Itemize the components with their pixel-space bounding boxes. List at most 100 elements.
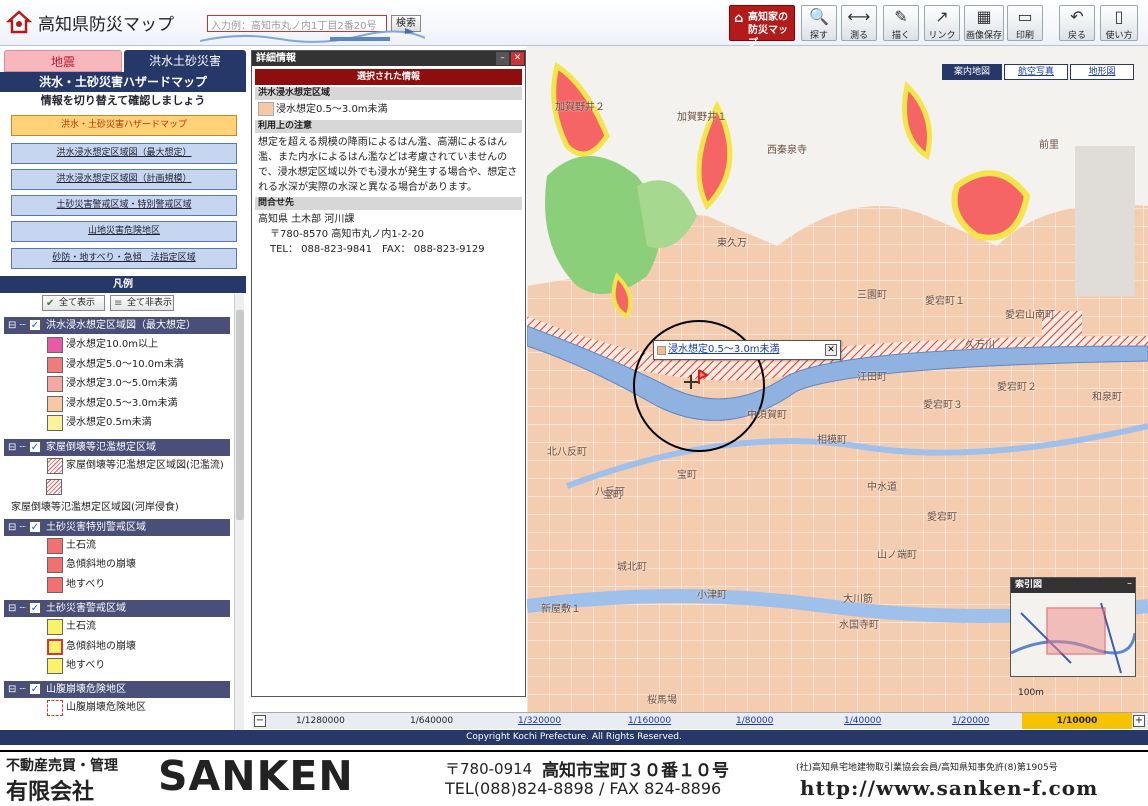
- scale-option[interactable]: 1/40000: [844, 714, 881, 728]
- area-value-text: 浸水想定0.5～3.0m未満: [276, 104, 388, 115]
- legend-label: 地すべり: [66, 579, 106, 590]
- tab-flood[interactable]: 洪水土砂災害: [124, 50, 246, 72]
- legend-group-special-landslide[interactable]: ⊟ ┈ ✓ 土砂災害特別警戒区域: [4, 519, 230, 536]
- banner-line2: 有限会社: [6, 780, 95, 805]
- link-tool-button[interactable]: ↗ リンク: [924, 5, 960, 41]
- map-place-label: 江田町: [857, 372, 887, 383]
- help-button[interactable]: ▯ 使い方: [1100, 5, 1138, 41]
- legend-group-landslide[interactable]: ⊟ ┈ ✓ 土砂災害警戒区域: [4, 600, 230, 617]
- map-place-label: 山ノ端町: [877, 550, 917, 561]
- scale-option[interactable]: 1/1280000: [296, 714, 345, 728]
- overview-map[interactable]: 索引図 –: [1010, 577, 1137, 677]
- legend-group-mountain[interactable]: ⊟ ┈ ✓ 山腹崩壊危険地区: [4, 681, 230, 698]
- home-disaster-map-button[interactable]: ⌂ 高知家の 防災マップ: [729, 5, 795, 49]
- legend-item: 土石流: [46, 537, 96, 555]
- scale-option[interactable]: 1/20000: [952, 714, 989, 728]
- minimize-icon[interactable]: –: [496, 52, 509, 65]
- back-button[interactable]: ↶ 戻る: [1059, 5, 1095, 41]
- map-place-label: 城北町: [617, 562, 647, 573]
- contact-line: 高知県 土木部 河川課: [258, 214, 355, 225]
- menu-flood-plan[interactable]: 洪水浸水想定区域図（計画規模）: [11, 169, 237, 190]
- banner-url[interactable]: http://www.sanken-f.com: [800, 776, 1098, 800]
- map-place-label: 中水道: [867, 482, 897, 493]
- menu-landslide-zone[interactable]: 土砂災害警戒区域・特別警戒区域: [11, 195, 237, 216]
- tool-label: 探す: [809, 31, 828, 41]
- scale-option-current[interactable]: 1/10000: [1022, 713, 1132, 729]
- save-image-button[interactable]: ▦ 画像保存: [964, 5, 1004, 41]
- legend-item: 急傾斜地の崩壊: [46, 638, 136, 656]
- swatch-icon: [47, 415, 63, 431]
- tree-toggle-icon: ⊟ ┈: [8, 684, 26, 695]
- legend-item: [46, 476, 62, 495]
- zoom-in-icon[interactable]: +: [1133, 715, 1145, 727]
- tool-label: 印刷: [1015, 31, 1034, 41]
- tab-guide-map[interactable]: 案内地図: [942, 64, 1002, 80]
- map-place-label: 新屋敷１: [541, 604, 581, 615]
- tree-toggle-icon: ⊟ ┈: [8, 522, 26, 533]
- legend-label: 急傾斜地の崩壊: [66, 641, 136, 652]
- scale-option[interactable]: 1/640000: [410, 714, 453, 728]
- tool-label: 測る: [849, 31, 868, 41]
- measure-tool-button[interactable]: ⟷ 測る: [841, 5, 877, 41]
- checkbox-icon[interactable]: ✓: [29, 319, 41, 331]
- menu-mountain-hazard[interactable]: 山地災害危険地区: [11, 221, 237, 242]
- tab-earthquake[interactable]: 地震: [4, 50, 122, 72]
- hide-all-button[interactable]: ≡ 全て非表示: [110, 295, 174, 311]
- hatch-swatch-icon: [46, 479, 62, 495]
- minimize-icon[interactable]: –: [1127, 578, 1132, 589]
- menu-hazard-map[interactable]: 洪水・土砂災害ハザードマップ: [11, 115, 237, 136]
- print-button[interactable]: ▭ 印刷: [1007, 5, 1043, 41]
- app-logo[interactable]: 高知県防災マップ: [6, 9, 174, 35]
- area-header: 洪水浸水想定区域: [255, 87, 522, 100]
- app-header: 高知県防災マップ 入力例：高知市丸ノ内1丁目2番20号 検索 ⌂ 高知家の 防災…: [0, 0, 1148, 49]
- magnifier-icon: 🔍: [809, 7, 829, 26]
- zoom-out-icon[interactable]: −: [254, 715, 266, 727]
- legend-label: 地すべり: [66, 660, 106, 671]
- swatch-icon: [47, 538, 63, 554]
- legend-scrollbar[interactable]: [234, 294, 244, 730]
- tab-aerial-photo[interactable]: 航空写真: [1004, 64, 1068, 80]
- ruler-icon: ⟷: [847, 7, 871, 26]
- contact-line: 〒780-8570 高知市丸ノ内1-2-20: [270, 229, 424, 240]
- scale-option[interactable]: 1/160000: [628, 714, 671, 728]
- scale-option[interactable]: 1/80000: [736, 714, 773, 728]
- panel-heading: 洪水・土砂災害ハザードマップ: [0, 72, 246, 92]
- legend-group-flood-max[interactable]: ⊟ ┈ ✓ 洪水浸水想定区域図（最大想定）: [4, 317, 230, 334]
- note-text: 想定を超える規模の降雨によるはん濫、高潮によるはん濫、また内水によるはん濫などは…: [258, 137, 518, 193]
- swatch-icon: [47, 396, 63, 412]
- show-all-button[interactable]: ✔ 全て表示: [42, 295, 105, 311]
- tool-label: 描く: [891, 31, 910, 41]
- tab-terrain-map[interactable]: 地形図: [1070, 64, 1134, 80]
- menu-flood-max[interactable]: 洪水浸水想定区域図（最大想定）: [11, 143, 237, 164]
- close-icon[interactable]: ✕: [825, 344, 837, 356]
- checkbox-icon[interactable]: ✓: [29, 602, 41, 614]
- menu-erosion-law[interactable]: 砂防・地すべり・急傾 法指定区域: [11, 248, 237, 269]
- scale-option[interactable]: 1/320000: [518, 714, 561, 728]
- legend-item: 急傾斜地の崩壊: [46, 556, 136, 574]
- tool-label: リンク: [928, 31, 956, 41]
- checkbox-icon[interactable]: ✓: [29, 441, 41, 453]
- detail-panel: 詳細情報 – ✕ 選択された情報 洪水浸水想定区域 浸水想定0.5～3.0m未満…: [251, 50, 526, 697]
- legend-group-house-collapse[interactable]: ⊟ ┈ ✓ 家屋倒壊等氾濫想定区域: [4, 439, 230, 456]
- group-title: 土砂災害特別警戒区域: [46, 522, 146, 533]
- legend-item: 浸水想定0.5m未満: [46, 414, 152, 432]
- banner-tel: TEL(088)824-8898 / FAX 824-8896: [445, 779, 722, 798]
- popup-link[interactable]: 浸水想定0.5～3.0m未満: [668, 344, 780, 355]
- map-popup[interactable]: 浸水想定0.5～3.0m未満 ✕: [653, 340, 841, 360]
- checkbox-icon[interactable]: ✓: [29, 683, 41, 695]
- swatch-icon: [657, 346, 666, 355]
- legend-label: 山腹崩壊危険地区: [66, 702, 146, 713]
- checkbox-icon[interactable]: ✓: [29, 521, 41, 533]
- close-icon[interactable]: ✕: [511, 52, 524, 65]
- scrollbar-thumb[interactable]: [236, 310, 244, 520]
- map-place-label: 愛宕町３: [923, 400, 963, 411]
- legend-item: 浸水想定10.0m以上: [46, 336, 158, 354]
- overview-graphics: [1010, 593, 1137, 676]
- map-place-label: 愛宕町２: [997, 382, 1037, 393]
- legend-label: 浸水想定0.5m未満: [66, 417, 152, 428]
- app-title: 高知県防災マップ: [38, 14, 174, 35]
- swatch-icon: [47, 357, 63, 373]
- header-decoration-icon: [200, 28, 425, 43]
- search-tool-button[interactable]: 🔍 探す: [801, 5, 837, 41]
- draw-tool-button[interactable]: ✎ 描く: [883, 5, 919, 41]
